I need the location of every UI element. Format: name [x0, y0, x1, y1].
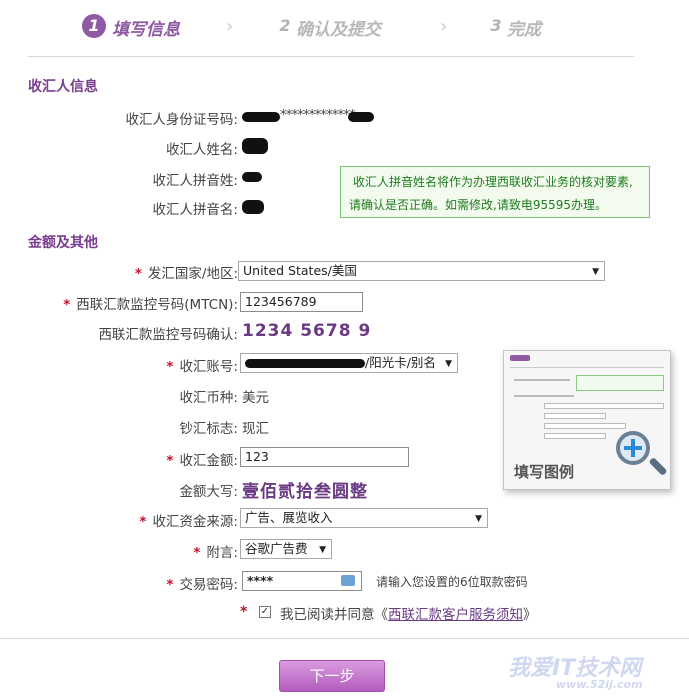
currency-label: 收汇币种:: [179, 390, 238, 406]
dropdown-arrow-icon: ▼: [475, 514, 482, 524]
agree-close-bracket: 》: [523, 607, 537, 623]
notice-line-1: 收汇人拼音姓名将作为办理西联收汇业务的核对要素,: [353, 175, 633, 189]
agree-checkbox[interactable]: ✓: [259, 606, 271, 618]
amount-caps-value: 壹佰贰拾叁圆整: [242, 482, 368, 502]
thumb-field: [544, 433, 606, 439]
remark-label-text: 附言:: [206, 545, 238, 561]
magnifier-icon: [616, 431, 650, 465]
cash-flag-label: 钞汇标志:: [179, 421, 238, 437]
notice-line-2: 请确认是否正确。如需修改,请致电95595办理。: [349, 198, 607, 212]
required-mark: *: [166, 577, 174, 593]
next-step-button[interactable]: 下一步: [279, 660, 385, 692]
header-divider: [28, 56, 634, 57]
receiver-pinyin-given-label: 收汇人拼音名:: [152, 202, 238, 218]
remark-label: * 附言:: [60, 541, 238, 561]
password-input[interactable]: ****: [242, 571, 362, 591]
pinyin-notice-box: 收汇人拼音姓名将作为办理西联收汇业务的核对要素, 请确认是否正确。如需修改,请致…: [340, 166, 650, 218]
chevron-right-icon: ›: [226, 16, 234, 37]
masked-id-prefix: [242, 112, 280, 122]
required-mark: *: [63, 297, 71, 313]
dropdown-arrow-icon: ▼: [592, 267, 599, 277]
thumb-divider: [510, 367, 664, 368]
fund-source-select[interactable]: 广告、展览收入 ▼: [240, 508, 488, 528]
password-input-value: ****: [247, 573, 274, 588]
example-label: 填写图例: [514, 463, 575, 481]
thumb-field: [544, 403, 664, 409]
step-3-label: 完成: [507, 20, 541, 40]
account-select[interactable]: /阳光卡/别名 ▼: [240, 353, 458, 373]
thumb-logo: [510, 355, 530, 361]
dropdown-arrow-icon: ▼: [319, 545, 326, 555]
masked-account-number: [245, 359, 365, 368]
account-select-value: /阳光卡/别名: [365, 355, 436, 370]
country-select-value: United States/美国: [243, 263, 357, 278]
password-hint: 请输入您设置的6位取款密码: [376, 575, 528, 589]
section-title-receiver: 收汇人信息: [28, 79, 98, 95]
step-2-label: 确认及提交: [296, 20, 381, 40]
masked-pinyin-surname: [242, 172, 262, 182]
mtcn-confirm-label: 西联汇款监控号码确认:: [98, 327, 238, 343]
section-title-amount: 金额及其他: [28, 235, 98, 251]
masked-name: [242, 138, 268, 154]
receiver-pinyin-surname-label: 收汇人拼音姓:: [152, 173, 238, 189]
service-terms-link[interactable]: 西联汇款客户服务须知: [388, 607, 523, 623]
mtcn-input[interactable]: 123456789: [240, 292, 363, 312]
keyboard-icon[interactable]: [341, 575, 355, 586]
footer-divider: [0, 638, 689, 639]
chevron-right-icon: ›: [440, 16, 448, 37]
example-thumbnail[interactable]: 填写图例: [503, 350, 671, 490]
required-mark: *: [139, 514, 147, 530]
agree-statement: 我已阅读并同意《西联汇款客户服务须知》: [280, 603, 537, 623]
mtcn-label: * 西联汇款监控号码(MTCN):: [30, 293, 238, 313]
required-mark: *: [166, 453, 174, 469]
currency-value: 美元: [242, 390, 269, 406]
dropdown-arrow-icon: ▼: [445, 359, 452, 369]
remark-select[interactable]: 谷歌广告费 ▼: [240, 539, 332, 559]
fund-source-label: * 收汇资金来源:: [60, 510, 238, 530]
thumb-line: [514, 395, 574, 397]
amount-label-text: 收汇金额:: [179, 453, 238, 469]
amount-caps-label: 金额大写:: [179, 484, 238, 500]
amount-label: * 收汇金额:: [60, 449, 238, 469]
mtcn-confirm-value: 1234 5678 9: [242, 321, 372, 341]
thumb-field: [544, 413, 606, 419]
agree-text: 我已阅读并同意《: [280, 607, 388, 623]
mtcn-label-text: 西联汇款监控号码(MTCN):: [76, 297, 238, 313]
amount-input[interactable]: 123: [240, 447, 409, 467]
cash-flag-value: 现汇: [242, 421, 269, 437]
fund-source-select-value: 广告、展览收入: [245, 510, 333, 525]
country-label-text: 发汇国家/地区:: [147, 266, 238, 282]
password-label: * 交易密码:: [60, 573, 238, 593]
receiver-id-label: 收汇人身份证号码:: [125, 112, 238, 128]
thumb-field: [544, 423, 626, 429]
receiver-id-value: *************: [280, 107, 356, 123]
watermark-url: www.52ij.com: [556, 678, 643, 691]
step-2-number: 2: [279, 16, 291, 35]
remark-select-value: 谷歌广告费: [245, 541, 308, 556]
masked-pinyin-given: [242, 200, 264, 214]
country-select[interactable]: United States/美国 ▼: [238, 261, 605, 281]
step-3-number: 3: [490, 16, 502, 35]
fund-source-label-text: 收汇资金来源:: [152, 514, 238, 530]
password-label-text: 交易密码:: [179, 577, 238, 593]
magnifier-handle: [648, 456, 668, 477]
step-1-label: 填写信息: [112, 20, 180, 40]
receiver-name-label: 收汇人姓名:: [165, 142, 238, 158]
step-1-number: 1: [82, 14, 106, 38]
thumb-line: [514, 379, 570, 381]
country-label: * 发汇国家/地区:: [60, 262, 238, 282]
required-mark: *: [240, 604, 248, 620]
account-label: * 收汇账号:: [60, 355, 238, 375]
masked-id-suffix: [348, 112, 374, 122]
required-mark: *: [134, 266, 142, 282]
thumb-notice: [576, 375, 664, 391]
required-mark: *: [193, 545, 201, 561]
required-mark: *: [166, 359, 174, 375]
account-label-text: 收汇账号:: [179, 359, 238, 375]
